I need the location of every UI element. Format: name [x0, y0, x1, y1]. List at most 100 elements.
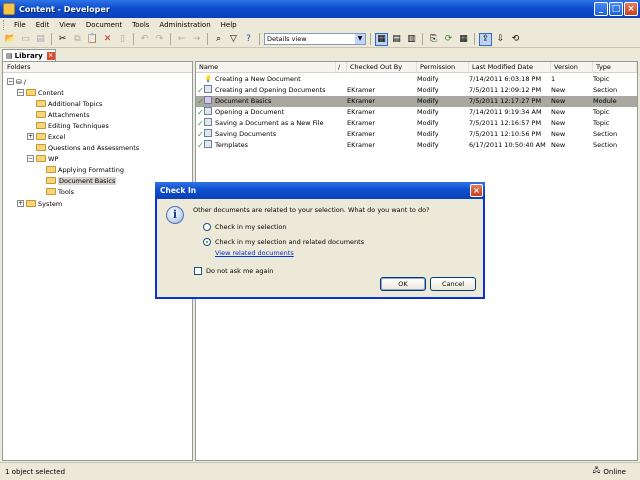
menu-view[interactable]: View: [55, 21, 80, 29]
col-header-name[interactable]: Name: [196, 62, 336, 73]
refresh-icon[interactable]: ⟳: [442, 33, 455, 46]
col-header-version[interactable]: Version: [551, 62, 593, 73]
tree-node-root[interactable]: − ⛁ /: [7, 76, 26, 87]
check-out-icon[interactable]: ⇪: [479, 32, 492, 46]
menu-administration[interactable]: Administration: [155, 21, 214, 29]
delete-icon[interactable]: ✕: [101, 33, 114, 46]
close-button[interactable]: ×: [624, 2, 638, 16]
tree-label: Additional Topics: [48, 99, 103, 108]
checkmark-icon: ✓: [197, 130, 204, 139]
menu-help[interactable]: Help: [217, 21, 241, 29]
filter-icon[interactable]: ▽: [227, 33, 240, 46]
radio-check-in-selection-label[interactable]: Check in my selection: [215, 223, 287, 231]
expand-icon[interactable]: +: [17, 200, 24, 207]
undo-icon[interactable]: ↶: [138, 33, 151, 46]
properties-icon[interactable]: ▤: [34, 33, 47, 46]
radio-check-in-selection[interactable]: [203, 223, 211, 231]
online-indicator: 🖧 Online: [593, 466, 626, 477]
cell-modified: 7/5/2011 12:10:56 PM: [469, 130, 542, 138]
tree-node-editing-techniques[interactable]: Editing Techniques: [36, 120, 109, 131]
tree-label: Questions and Assessments: [48, 143, 140, 152]
view-related-documents-link[interactable]: View related documents: [215, 249, 294, 257]
chevron-down-icon[interactable]: ▼: [355, 34, 365, 44]
back-icon[interactable]: ←: [175, 33, 188, 46]
topic-icon: 💡: [204, 75, 213, 83]
table-row[interactable]: ✓ Opening a Document EKramer Modify 7/14…: [196, 107, 637, 118]
cell-type: Topic: [593, 75, 610, 83]
forward-icon[interactable]: →: [190, 33, 203, 46]
cell-name: Opening a Document: [215, 108, 285, 116]
radio-check-in-related-label[interactable]: Check in my selection and related docume…: [215, 238, 364, 246]
dialog-message: Other documents are related to your sele…: [193, 206, 430, 214]
help-icon[interactable]: ?: [242, 33, 255, 46]
copy-icon[interactable]: ⧉: [71, 33, 84, 46]
col-header-permission[interactable]: Permission: [417, 62, 469, 73]
collapse-icon[interactable]: −: [17, 89, 24, 96]
close-tab-icon[interactable]: ×: [46, 51, 55, 60]
details-view-icon[interactable]: ▦: [375, 32, 388, 46]
tree-node-attachments[interactable]: Attachments: [36, 109, 90, 120]
tree-node-content[interactable]: − Content: [17, 87, 64, 98]
col-header-checked-out-by[interactable]: Checked Out By: [347, 62, 417, 73]
col-header-path[interactable]: /: [336, 62, 347, 73]
collapse-icon[interactable]: −: [27, 155, 34, 162]
tab-library[interactable]: ▤ Library ×: [2, 49, 56, 61]
menu-tools[interactable]: Tools: [128, 21, 153, 29]
table-row-selected[interactable]: ✓ Document Basics EKramer Modify 7/5/201…: [196, 96, 637, 107]
tree-node-wp[interactable]: − WP: [27, 153, 58, 164]
paste-icon[interactable]: 📋: [86, 33, 99, 46]
menu-document[interactable]: Document: [82, 21, 126, 29]
do-not-ask-label[interactable]: Do not ask me again: [206, 267, 273, 275]
ok-button[interactable]: OK: [380, 277, 426, 291]
cell-checked-out-by: EKramer: [347, 86, 376, 94]
title-bar: Content - Developer _ □ ×: [0, 0, 640, 18]
cell-modified: 7/14/2011 9:19:34 AM: [469, 108, 542, 116]
col-header-last-modified[interactable]: Last Modified Date: [469, 62, 551, 73]
minimize-button[interactable]: _: [594, 2, 608, 16]
split-view-icon[interactable]: ▤: [390, 33, 403, 46]
table-row[interactable]: ✓ Creating and Opening Documents EKramer…: [196, 85, 637, 96]
open-folder-icon[interactable]: 📂: [4, 33, 17, 46]
radio-check-in-related[interactable]: [203, 238, 211, 246]
tree-node-additional-topics[interactable]: Additional Topics: [36, 98, 102, 109]
tree-label: Attachments: [48, 110, 90, 119]
expand-icon[interactable]: +: [27, 133, 34, 140]
tree-node-excel[interactable]: + Excel: [27, 131, 65, 142]
view-select[interactable]: Details view ▼: [264, 33, 366, 45]
tree-node-applying-formatting[interactable]: Applying Formatting: [46, 164, 124, 175]
maximize-button[interactable]: □: [609, 2, 623, 16]
cell-version: New: [551, 86, 566, 94]
tree-label: Excel: [48, 132, 66, 141]
section-icon: [204, 140, 212, 152]
tree-node-tools[interactable]: Tools: [46, 186, 74, 197]
column-headers: Name / Checked Out By Permission Last Mo…: [196, 62, 637, 73]
tree-node-questions[interactable]: Questions and Assessments: [36, 142, 139, 153]
table-row[interactable]: ✓ Templates EKramer Modify 6/17/2011 10:…: [196, 140, 637, 151]
table-row[interactable]: ✓ Saving a Document as a New File EKrame…: [196, 118, 637, 129]
status-text: 1 object selected: [5, 467, 66, 476]
table-row[interactable]: 💡 Creating a New Document Modify 7/14/20…: [196, 74, 637, 85]
link-icon[interactable]: ⎘: [427, 33, 440, 46]
collapse-icon[interactable]: −: [7, 78, 14, 85]
tree-node-document-basics[interactable]: Document Basics: [46, 175, 117, 186]
redo-icon[interactable]: ↷: [153, 33, 166, 46]
do-not-ask-checkbox[interactable]: [194, 267, 202, 275]
table-row[interactable]: ✓ Saving Documents EKramer Modify 7/5/20…: [196, 129, 637, 140]
online-label: Online: [603, 467, 626, 476]
menu-file[interactable]: File: [10, 21, 30, 29]
dialog-close-button[interactable]: ×: [470, 184, 483, 197]
column-view-icon[interactable]: ▥: [405, 33, 418, 46]
new-icon[interactable]: ▭: [19, 33, 32, 46]
find-icon[interactable]: ⌕: [212, 33, 225, 46]
history-icon[interactable]: ⟲: [509, 33, 522, 46]
dialog-title-bar: Check In ×: [155, 182, 485, 199]
col-header-type[interactable]: Type: [593, 62, 637, 73]
menu-edit[interactable]: Edit: [32, 21, 54, 29]
check-in-icon[interactable]: ⇩: [494, 33, 507, 46]
rename-icon[interactable]: ▯: [116, 33, 129, 46]
grid-icon[interactable]: ▦: [457, 33, 470, 46]
cancel-button[interactable]: Cancel: [430, 277, 476, 291]
toolbar-separator: [133, 33, 134, 45]
tree-node-system[interactable]: + System: [17, 198, 62, 209]
cut-icon[interactable]: ✂: [56, 33, 69, 46]
